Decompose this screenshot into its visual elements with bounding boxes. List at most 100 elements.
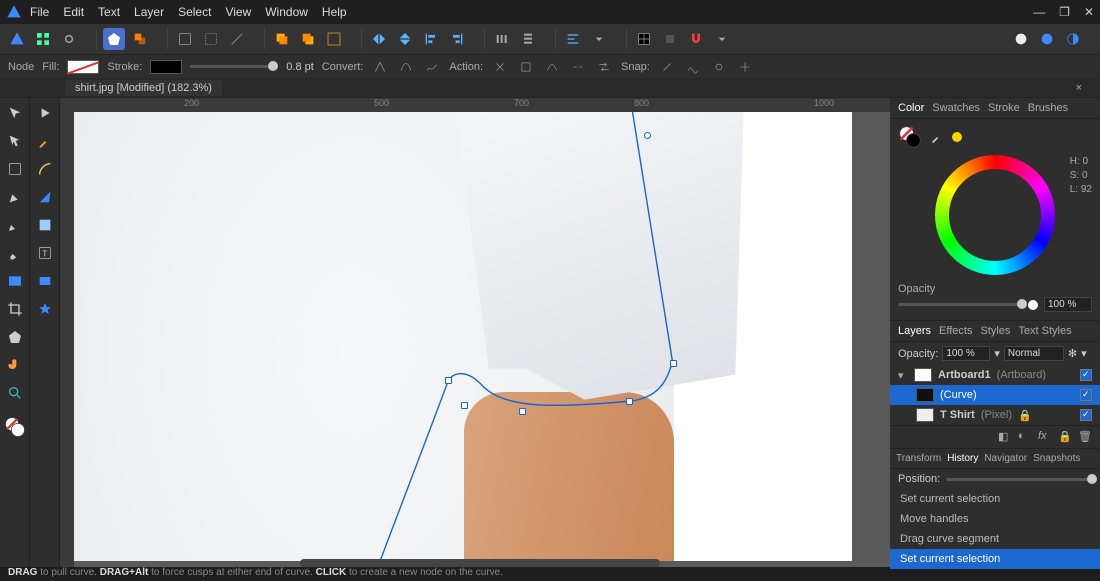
- snap-pixel-icon[interactable]: [659, 28, 681, 50]
- flip-v-icon[interactable]: [394, 28, 416, 50]
- pencil-tool-icon[interactable]: [4, 214, 26, 236]
- distribute-v-icon[interactable]: [517, 28, 539, 50]
- color-wheel[interactable]: [935, 155, 1055, 275]
- arrange-group-icon[interactable]: [323, 28, 345, 50]
- fill-stroke-swatch-icon[interactable]: [898, 125, 922, 149]
- view-circle-icon[interactable]: [1010, 28, 1032, 50]
- tab-layers[interactable]: Layers: [898, 325, 931, 337]
- blend-mode-field[interactable]: [1004, 346, 1064, 361]
- menu-layer[interactable]: Layer: [134, 5, 164, 19]
- arrange-front-icon[interactable]: [271, 28, 293, 50]
- action-close-icon[interactable]: [517, 58, 535, 76]
- node-handle[interactable]: [461, 402, 468, 409]
- align-grid3-icon[interactable]: [226, 28, 248, 50]
- menu-window[interactable]: Window: [265, 5, 308, 19]
- lock-icon[interactable]: 🔒: [1018, 409, 1028, 422]
- node-handle[interactable]: [670, 360, 677, 367]
- artboard-tool-icon[interactable]: [4, 158, 26, 180]
- fx-icon[interactable]: fx: [1038, 430, 1052, 444]
- image-tool-icon[interactable]: [4, 270, 26, 292]
- action-join-icon[interactable]: [569, 58, 587, 76]
- opacity-field[interactable]: [1044, 297, 1092, 312]
- layer-visible-checkbox[interactable]: [1080, 369, 1092, 381]
- menu-view[interactable]: View: [225, 5, 251, 19]
- tab-swatches[interactable]: Swatches: [932, 102, 980, 114]
- history-item[interactable]: Set current selection: [890, 549, 1100, 569]
- snap-align-icon[interactable]: [736, 58, 754, 76]
- flip-h-icon[interactable]: [368, 28, 390, 50]
- persona-icon[interactable]: [6, 28, 28, 50]
- tab-effects[interactable]: Effects: [939, 325, 972, 337]
- align-grid1-icon[interactable]: [174, 28, 196, 50]
- layer-visible-checkbox[interactable]: [1080, 409, 1092, 421]
- node-handle[interactable]: [626, 398, 633, 405]
- shape-tool-icon[interactable]: [103, 28, 125, 50]
- action-break-icon[interactable]: [491, 58, 509, 76]
- stroke-swatch[interactable]: [150, 60, 182, 74]
- align-right-icon[interactable]: [446, 28, 468, 50]
- play-icon[interactable]: [34, 102, 56, 124]
- history-item[interactable]: Set current selection: [890, 489, 1100, 509]
- menu-select[interactable]: Select: [178, 5, 211, 19]
- stroke-width-slider[interactable]: [190, 65, 278, 68]
- color-sample-icon[interactable]: [952, 132, 962, 142]
- menu-edit[interactable]: Edit: [63, 5, 84, 19]
- tab-text-styles[interactable]: Text Styles: [1018, 325, 1071, 337]
- eyedropper-icon[interactable]: [930, 130, 944, 144]
- chevron-down-icon[interactable]: ▾: [1081, 347, 1087, 360]
- action-reverse-icon[interactable]: [595, 58, 613, 76]
- mask-icon[interactable]: ◧: [998, 430, 1012, 444]
- window-maximize-button[interactable]: ❐: [1059, 5, 1070, 19]
- grid-icon[interactable]: [32, 28, 54, 50]
- convert-smooth-icon[interactable]: [397, 58, 415, 76]
- fill-stroke-indicator-icon[interactable]: [4, 416, 26, 438]
- chevron-down-icon[interactable]: ▾: [898, 369, 908, 382]
- convert-smart-icon[interactable]: [423, 58, 441, 76]
- layer-row-artboard[interactable]: ▾ Artboard1 (Artboard): [890, 365, 1100, 385]
- tab-styles[interactable]: Styles: [980, 325, 1010, 337]
- lock-icon[interactable]: 🔒: [1058, 430, 1072, 444]
- crop-tool-icon[interactable]: [4, 298, 26, 320]
- align-grid2-icon[interactable]: [200, 28, 222, 50]
- document-tab[interactable]: shirt.jpg [Modified] (182.3%): [65, 80, 222, 96]
- canvas[interactable]: [74, 112, 852, 561]
- action-smooth-icon[interactable]: [543, 58, 561, 76]
- text-frame-icon[interactable]: T: [34, 242, 56, 264]
- horizontal-scrollbar[interactable]: [300, 559, 660, 567]
- tab-stroke[interactable]: Stroke: [988, 102, 1020, 114]
- layer-row-tshirt[interactable]: T Shirt (Pixel) 🔒: [890, 405, 1100, 425]
- gradient-tool-icon[interactable]: [34, 186, 56, 208]
- link-icon[interactable]: [58, 28, 80, 50]
- color-triangle[interactable]: [967, 179, 1037, 249]
- tab-brushes[interactable]: Brushes: [1028, 102, 1068, 114]
- trash-icon[interactable]: 🗑: [1078, 430, 1092, 444]
- tab-navigator[interactable]: Navigator: [984, 453, 1027, 464]
- menu-text[interactable]: Text: [98, 5, 120, 19]
- snap-handle-icon[interactable]: [710, 58, 728, 76]
- tab-transform[interactable]: Transform: [896, 453, 941, 464]
- layer-visible-checkbox[interactable]: [1080, 389, 1092, 401]
- star-tool-icon[interactable]: [34, 298, 56, 320]
- bezier-handle[interactable]: [644, 132, 651, 139]
- node-handle[interactable]: [445, 377, 452, 384]
- pen-tool-icon[interactable]: [4, 186, 26, 208]
- tab-snapshots[interactable]: Snapshots: [1033, 453, 1080, 464]
- chevron-down-icon[interactable]: ▾: [994, 347, 1000, 360]
- history-slider[interactable]: [946, 478, 1092, 481]
- adjust-icon[interactable]: ◐: [1018, 430, 1032, 444]
- align-panel-icon[interactable]: [562, 28, 584, 50]
- shapes-tool-icon[interactable]: [4, 326, 26, 348]
- align-left-icon[interactable]: [420, 28, 442, 50]
- view-sphere-icon[interactable]: [1036, 28, 1058, 50]
- node-tool-icon[interactable]: [4, 130, 26, 152]
- arrange-back-icon[interactable]: [297, 28, 319, 50]
- hand-tool-icon[interactable]: [4, 354, 26, 376]
- window-close-button[interactable]: ✕: [1084, 5, 1094, 19]
- eyedropper-icon[interactable]: [34, 130, 56, 152]
- convert-sharp-icon[interactable]: [371, 58, 389, 76]
- snap-grid-icon[interactable]: [633, 28, 655, 50]
- node-handle[interactable]: [519, 408, 526, 415]
- snap-node-icon[interactable]: [658, 58, 676, 76]
- transparency-tool-icon[interactable]: [34, 214, 56, 236]
- tab-color[interactable]: Color: [898, 102, 924, 114]
